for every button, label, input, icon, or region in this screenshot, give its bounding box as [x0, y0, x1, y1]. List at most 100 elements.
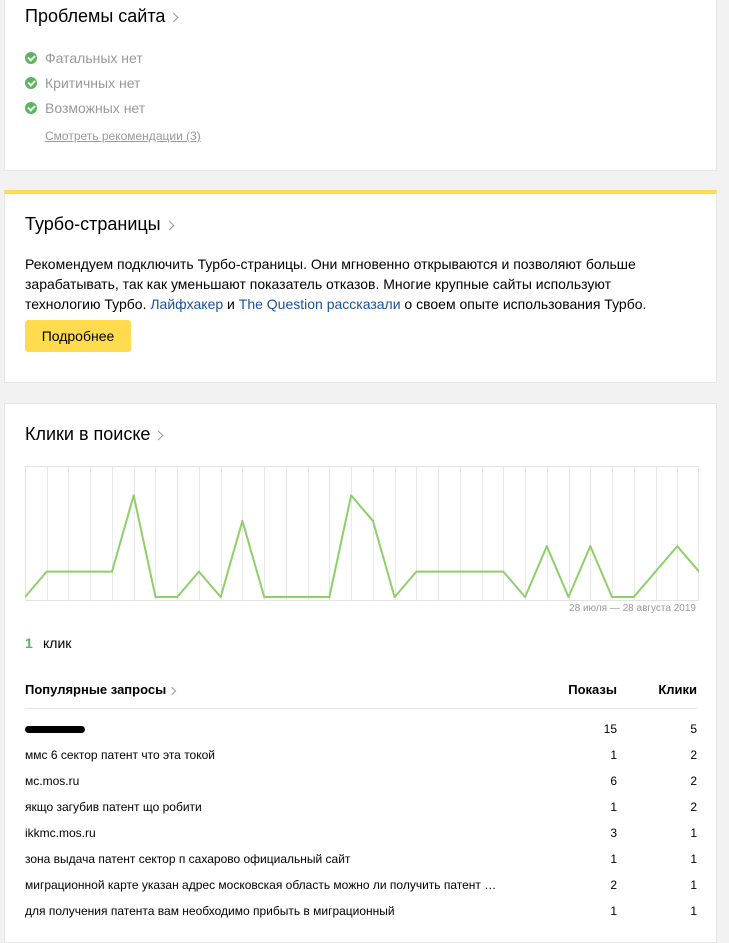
data-point	[350, 494, 353, 497]
data-point	[393, 596, 396, 598]
turbo-pages-title-text: Турбо-страницы	[25, 214, 161, 234]
table-row[interactable]: миграционной карте указан адрес московск…	[25, 874, 697, 900]
data-point	[263, 596, 266, 598]
query-cell: ikkmc.mos.ru	[25, 826, 96, 840]
data-point	[632, 596, 635, 598]
table-row[interactable]: ммс 6 сектор патент что эта токой 1 2	[25, 744, 697, 770]
clicks-cell: 5	[690, 722, 697, 736]
data-point	[415, 570, 418, 573]
chevron-right-icon	[167, 686, 177, 695]
query-cell: миграционной карте указан адрес московск…	[25, 878, 497, 892]
shows-cell: 2	[610, 878, 617, 892]
data-point	[111, 570, 113, 573]
problem-status-label: Возможных нет	[45, 100, 146, 116]
queries-table-header: Популярные запросы Показы Клики	[25, 680, 697, 709]
shows-column-header: Показы	[568, 682, 617, 697]
data-point	[89, 570, 92, 573]
shows-cell: 6	[610, 774, 617, 788]
data-point	[67, 570, 70, 573]
turbo-pages-title[interactable]: Турбо-страницы	[25, 214, 175, 235]
data-point	[219, 596, 222, 598]
data-point	[611, 596, 613, 598]
data-point	[132, 494, 135, 497]
data-point	[567, 596, 570, 598]
clicks-cell: 1	[690, 852, 697, 866]
data-point	[176, 596, 179, 598]
table-row[interactable]: зона выдача патент сектор п сахарово офи…	[25, 848, 697, 874]
turbo-description: Рекомендуем подключить Турбо-страницы. О…	[25, 254, 690, 314]
data-point	[371, 519, 374, 522]
clicks-total-label: клик	[43, 635, 72, 651]
query-cell: мс.mos.ru	[25, 774, 80, 788]
check-icon	[25, 77, 37, 89]
lifehacker-link[interactable]: Лайфхакер	[150, 296, 223, 312]
recommendations-link[interactable]: Смотреть рекомендации (3)	[45, 129, 201, 143]
data-point	[458, 570, 461, 573]
site-problems-card: Проблемы сайта Фатальных нет Критичных н…	[4, 0, 717, 171]
clicks-cell: 1	[690, 878, 697, 892]
data-point	[45, 570, 48, 573]
chart-frame	[25, 466, 699, 601]
chevron-right-icon	[164, 220, 175, 231]
data-point	[502, 570, 505, 573]
query-cell: ммс 6 сектор патент что эта токой	[25, 748, 215, 762]
the-question-link[interactable]: The Question рассказали	[239, 296, 401, 312]
site-problems-title[interactable]: Проблемы сайта	[25, 6, 179, 27]
data-point	[306, 596, 309, 598]
query-cell	[25, 722, 545, 736]
popular-queries-link[interactable]: Популярные запросы	[25, 682, 177, 697]
shows-cell: 3	[610, 826, 617, 840]
more-info-button[interactable]: Подробнее	[25, 320, 131, 352]
chart-date-range: 28 июля — 28 августа 2019	[569, 603, 696, 614]
problem-status-label: Фатальных нет	[45, 50, 143, 66]
problem-status-fatal: Фатальных нет	[25, 50, 143, 66]
clicks-total-value: 1	[25, 635, 33, 651]
data-point	[524, 596, 527, 598]
turbo-pages-card: Турбо-страницы Рекомендуем подключить Ту…	[4, 190, 717, 383]
data-point	[676, 545, 679, 548]
problem-status-critical: Критичных нет	[25, 75, 140, 91]
shows-cell: 1	[610, 852, 617, 866]
check-icon	[25, 102, 37, 114]
data-point	[545, 545, 548, 548]
data-point	[197, 570, 200, 573]
clicks-cell: 2	[690, 800, 697, 814]
redacted-query	[25, 726, 85, 733]
query-cell: для получения патента вам необходимо при…	[25, 904, 395, 918]
clicks-cell: 1	[690, 904, 697, 918]
search-clicks-card: Клики в поиске 28 июля — 28 августа 2019…	[4, 403, 717, 943]
clicks-cell: 2	[690, 774, 697, 788]
table-row[interactable]: мс.mos.ru 6 2	[25, 770, 697, 796]
problem-status-possible: Возможных нет	[25, 100, 145, 116]
table-row[interactable]: ikkmc.mos.ru 3 1	[25, 822, 697, 848]
data-point	[284, 596, 287, 598]
data-point	[154, 596, 157, 598]
search-clicks-title[interactable]: Клики в поиске	[25, 424, 164, 445]
shows-cell: 1	[610, 748, 617, 762]
turbo-text-part: и	[223, 296, 239, 312]
data-point	[589, 545, 592, 548]
clicks-cell: 2	[690, 748, 697, 762]
data-point	[480, 570, 483, 573]
turbo-text-part: о своем опыте использования Турбо.	[400, 296, 647, 312]
clicks-chart-svg	[24, 466, 700, 601]
queries-table-body: 15 5 ммс 6 сектор патент что эта токой 1…	[25, 718, 697, 926]
popular-queries-label: Популярные запросы	[25, 682, 167, 697]
query-cell: зона выдача патент сектор п сахарово офи…	[25, 852, 351, 866]
query-cell: якщо загубив патент що робити	[25, 800, 202, 814]
clicks-chart	[24, 466, 700, 601]
search-clicks-title-text: Клики в поиске	[25, 424, 151, 444]
shows-cell: 1	[610, 904, 617, 918]
clicks-column-header: Клики	[658, 682, 697, 697]
table-row[interactable]: якщо загубив патент що робити 1 2	[25, 796, 697, 822]
clicks-cell: 1	[690, 826, 697, 840]
site-problems-title-text: Проблемы сайта	[25, 6, 166, 26]
shows-cell: 1	[610, 800, 617, 814]
chevron-right-icon	[153, 430, 164, 441]
data-point	[654, 570, 657, 573]
table-row[interactable]: 15 5	[25, 718, 697, 744]
check-icon	[25, 52, 37, 64]
table-row[interactable]: для получения патента вам необходимо при…	[25, 900, 697, 926]
chevron-right-icon	[168, 12, 179, 23]
data-point	[328, 596, 331, 598]
